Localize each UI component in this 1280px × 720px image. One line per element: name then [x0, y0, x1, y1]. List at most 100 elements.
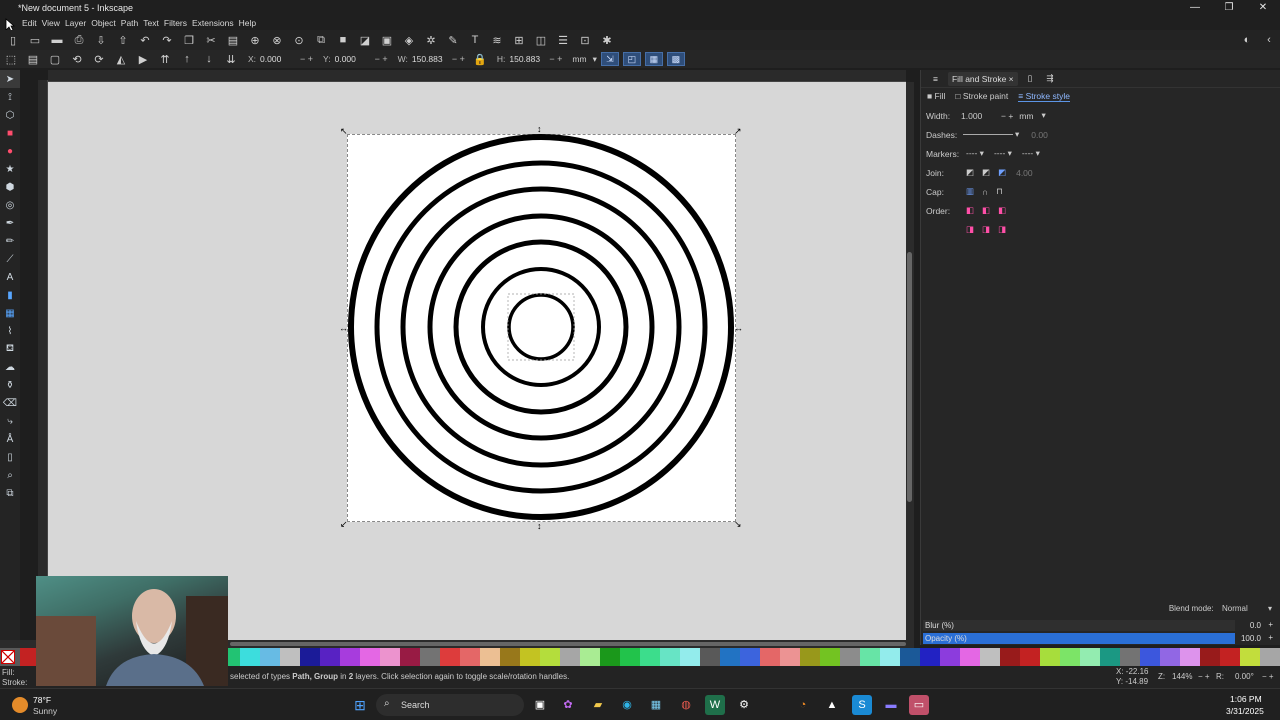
- lower-bottom-icon[interactable]: ⇊: [220, 50, 242, 68]
- pen-tool-icon[interactable]: ✒: [0, 214, 20, 232]
- palette-swatch[interactable]: [900, 648, 920, 666]
- drawing[interactable]: ↖ ↕ ↗ ↔ ↔ ↙ ↕ ↘: [48, 82, 906, 640]
- transform-gradients-toggle[interactable]: ▦: [644, 52, 663, 66]
- menu-filters[interactable]: Filters: [164, 16, 192, 30]
- inkscape-icon[interactable]: ▲: [822, 695, 842, 715]
- palette-swatch[interactable]: [760, 648, 780, 666]
- palette-swatch[interactable]: [580, 648, 600, 666]
- palette-swatch[interactable]: [1240, 648, 1260, 666]
- menu-layer[interactable]: Layer: [65, 16, 91, 30]
- rotate-ccw-icon[interactable]: ⟲: [66, 50, 88, 68]
- mid-marker-select[interactable]: ---- ▾: [994, 148, 1012, 159]
- skype-icon[interactable]: S: [852, 695, 872, 715]
- zoom-page-icon[interactable]: ⊙: [288, 31, 310, 49]
- xml-editor-icon[interactable]: ✎: [442, 31, 464, 49]
- blend-mode-select[interactable]: Normal: [1222, 604, 1248, 613]
- unit-chevron-down-icon[interactable]: ▾: [593, 54, 597, 65]
- select-all-layers-icon[interactable]: ▤: [22, 50, 44, 68]
- flip-horizontal-icon[interactable]: ◭: [110, 50, 132, 68]
- fill-stroke-icon[interactable]: ◫: [530, 31, 552, 49]
- gradient-tool-icon[interactable]: ▮: [0, 286, 20, 304]
- palette-swatch[interactable]: [1100, 648, 1120, 666]
- scale-stroke-toggle[interactable]: ⇲: [600, 52, 619, 66]
- blur-plus-icon[interactable]: +: [1268, 620, 1273, 629]
- deselect-icon[interactable]: ▢: [44, 50, 66, 68]
- opacity-slider[interactable]: Opacity (%) 100.0 +: [923, 633, 1275, 644]
- media-app-icon[interactable]: ▬: [881, 695, 901, 715]
- unlink-clone-icon[interactable]: ◪: [354, 31, 376, 49]
- paste-icon[interactable]: ▤: [222, 31, 244, 49]
- palette-swatch[interactable]: [1180, 648, 1200, 666]
- blend-chevron-down-icon[interactable]: ▾: [1268, 604, 1272, 613]
- undo-icon[interactable]: ↶: [134, 31, 156, 49]
- app-w-icon[interactable]: W: [705, 695, 725, 715]
- task-view-icon[interactable]: ▣: [530, 695, 550, 715]
- maximize-button[interactable]: ❐: [1212, 0, 1246, 16]
- palette-swatch[interactable]: [880, 648, 900, 666]
- palette-swatch[interactable]: [260, 648, 280, 666]
- tab-align-icon[interactable]: ⇶: [1042, 71, 1057, 86]
- transform-patterns-toggle[interactable]: ▩: [666, 52, 685, 66]
- menu-help[interactable]: Help: [239, 16, 261, 30]
- x-input[interactable]: 0.000: [260, 54, 300, 64]
- find-icon[interactable]: ⊡: [574, 31, 596, 49]
- zoom-tool-icon[interactable]: ⌕: [0, 466, 20, 484]
- palette-swatch[interactable]: [380, 648, 400, 666]
- rotation-input[interactable]: 0.00°: [1235, 672, 1254, 681]
- zoom-stepper[interactable]: − +: [1198, 672, 1210, 681]
- palette-swatch[interactable]: [600, 648, 620, 666]
- scrollbar-thumb[interactable]: [907, 252, 912, 502]
- new-document-icon[interactable]: ▯: [2, 31, 24, 49]
- palette-swatch[interactable]: [940, 648, 960, 666]
- palette-swatch[interactable]: [540, 648, 560, 666]
- text-tool-icon[interactable]: A: [0, 268, 20, 286]
- hscroll-thumb[interactable]: [230, 642, 906, 646]
- cap-square-icon[interactable]: ⊓: [996, 186, 1003, 197]
- palette-swatch[interactable]: [1220, 648, 1240, 666]
- w-input[interactable]: 150.883: [412, 54, 452, 64]
- flip-vertical-icon[interactable]: ▶: [132, 50, 154, 68]
- blender-icon[interactable]: ◔: [793, 695, 813, 715]
- tweak-tool-icon[interactable]: ☁: [0, 358, 20, 376]
- palette-swatch[interactable]: [700, 648, 720, 666]
- dropper-tool-icon[interactable]: ⌇: [0, 322, 20, 340]
- order-markers-fill-stroke-icon[interactable]: ◨: [966, 224, 974, 235]
- join-round-icon[interactable]: ◩: [982, 167, 990, 178]
- palette-swatch[interactable]: [320, 648, 340, 666]
- subtab-stroke-style[interactable]: ≡ Stroke style: [1018, 91, 1070, 102]
- file-explorer-icon[interactable]: ▰: [588, 695, 608, 715]
- collapse-icon[interactable]: ‹: [1258, 31, 1280, 49]
- rotate-cw-icon[interactable]: ⟳: [88, 50, 110, 68]
- paint-bucket-icon[interactable]: ⛾: [0, 340, 20, 358]
- clone-icon[interactable]: ■: [332, 31, 354, 49]
- palette-swatch[interactable]: [1080, 648, 1100, 666]
- node-tool-icon[interactable]: ⟟: [0, 88, 20, 106]
- star-tool-icon[interactable]: ★: [0, 160, 20, 178]
- group-icon[interactable]: ▣: [376, 31, 398, 49]
- menu-path[interactable]: Path: [121, 16, 144, 30]
- palette-swatch[interactable]: [1140, 648, 1160, 666]
- palette-swatch[interactable]: [1000, 648, 1020, 666]
- opacity-value[interactable]: 100.0: [1241, 633, 1261, 644]
- edge-icon[interactable]: ◉: [617, 695, 637, 715]
- ungroup-icon[interactable]: ◈: [398, 31, 420, 49]
- zoom-drawing-icon[interactable]: ⊗: [266, 31, 288, 49]
- connector-tool-icon[interactable]: ⤷: [0, 412, 20, 430]
- join-bevel-icon[interactable]: ◩: [966, 167, 974, 178]
- palette-swatch[interactable]: [640, 648, 660, 666]
- menu-edit[interactable]: Edit: [22, 16, 42, 30]
- order-stroke-fill-markers-icon[interactable]: ◧: [982, 205, 990, 216]
- w-stepper[interactable]: − +: [452, 54, 465, 64]
- palette-swatch[interactable]: [480, 648, 500, 666]
- h-stepper[interactable]: − +: [549, 54, 562, 64]
- palette-swatch[interactable]: [1260, 648, 1280, 666]
- weather-sun-icon[interactable]: [12, 697, 28, 713]
- miter-limit-input[interactable]: 4.00: [1016, 168, 1033, 178]
- zoom-selection-icon[interactable]: ⊕: [244, 31, 266, 49]
- raise-top-icon[interactable]: ⇈: [154, 50, 176, 68]
- calligraphy-tool-icon[interactable]: ⟋: [0, 250, 20, 268]
- document-properties-icon[interactable]: ⊞: [508, 31, 530, 49]
- copy-icon[interactable]: ❐: [178, 31, 200, 49]
- vertical-scrollbar[interactable]: [906, 82, 914, 640]
- chrome-icon[interactable]: ◍: [676, 695, 696, 715]
